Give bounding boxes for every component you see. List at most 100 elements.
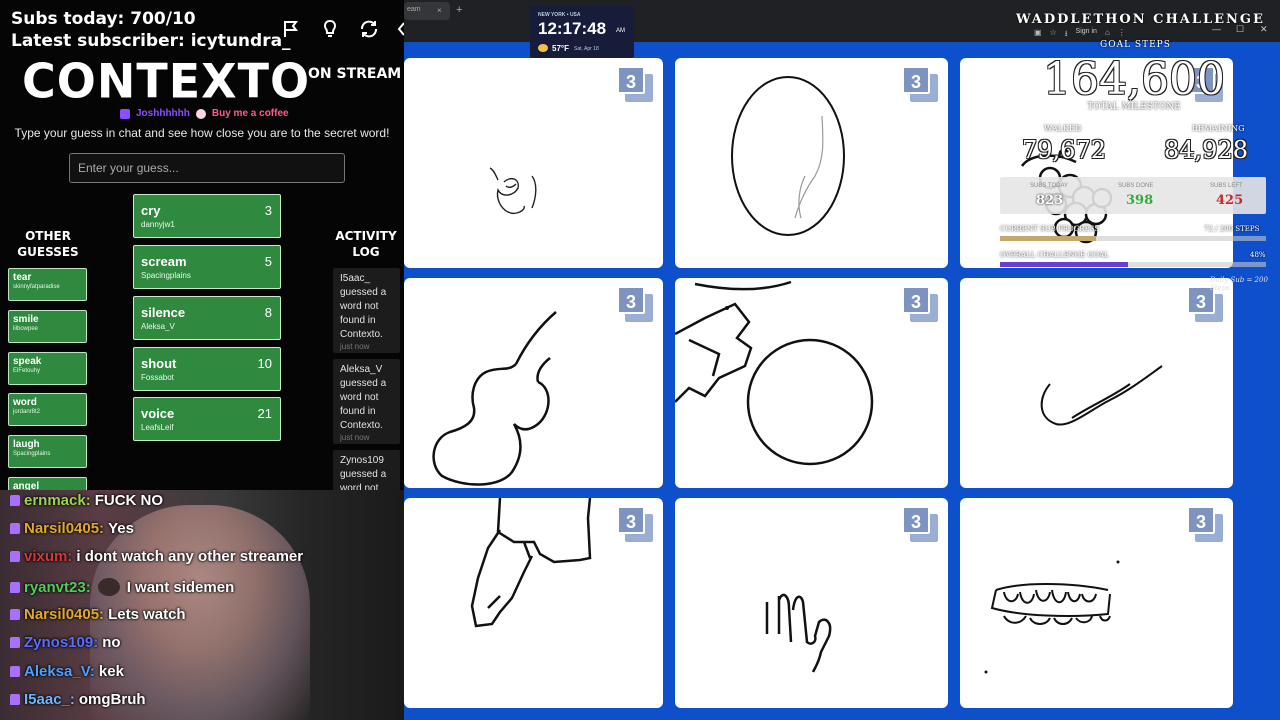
chat-username[interactable]: Narsil0405: — [24, 606, 104, 623]
credit-user-link[interactable]: Joshhhhhh — [136, 108, 190, 119]
walked-value: 79,672 — [1022, 136, 1106, 164]
extensions-icon[interactable]: ▣ — [1034, 28, 1042, 42]
overall-goal-label: OVERALL CHALLENGE GOAL — [1000, 251, 1109, 259]
guess-card: shout Fossabot 10 — [133, 347, 281, 391]
flag-icon[interactable] — [280, 18, 302, 40]
drawing-panel[interactable]: 3 — [404, 498, 663, 708]
refresh-icon[interactable] — [358, 18, 380, 40]
total-milestone-value: 164,600 — [1043, 54, 1225, 105]
guess-input[interactable] — [69, 153, 345, 183]
log-text: Aleksa_V guessed a word not found in Con… — [340, 364, 387, 431]
daily-sub-note: Daily Sub = 200 Steps — [1210, 276, 1268, 292]
lightbulb-icon[interactable] — [319, 18, 341, 40]
chat-username[interactable]: ryanvt23: — [24, 579, 91, 596]
chat-message: ernmack: FUCK NO — [10, 492, 163, 509]
guess-word: scream — [141, 254, 187, 269]
chat-username[interactable]: ernmack: — [24, 492, 91, 509]
clock-time: 12:17:48 — [538, 19, 607, 38]
guess-rank: 5 — [264, 254, 272, 269]
twitch-badge-icon — [10, 495, 20, 506]
log-time: just now — [340, 433, 370, 442]
chat-message: Narsil0405: Lets watch — [10, 606, 186, 623]
tab-close-icon[interactable]: × — [437, 6, 442, 15]
current-progress-label: CURRENT SUB PROGRESS — [1000, 225, 1100, 233]
round-badge: 3 — [617, 66, 653, 102]
round-number: 3 — [617, 506, 645, 534]
subs-stats-box: SUBS TODAY 823 SUBS DONE 398 SUBS LEFT 4… — [1000, 177, 1266, 214]
twitch-badge-icon — [10, 523, 20, 534]
sign-in-button[interactable]: Sign in — [1076, 28, 1097, 42]
round-number: 3 — [1187, 506, 1215, 534]
chat-username[interactable]: Aleksa_V: — [24, 663, 95, 680]
chat-message: I5aac_: omgBruh — [10, 691, 146, 708]
current-progress-bar — [1000, 236, 1266, 241]
on-stream-label: ON STREAM — [308, 66, 402, 82]
chat-text: kek — [98, 663, 124, 680]
round-number: 3 — [902, 286, 930, 314]
chat-username[interactable]: Zynos109: — [24, 634, 98, 651]
subs-today-mini-value: 823 — [1036, 193, 1064, 208]
chat-username[interactable]: I5aac_: — [24, 691, 75, 708]
round-badge: 3 — [617, 506, 653, 542]
twitch-badge-icon — [10, 609, 20, 620]
chat-text: Yes — [108, 520, 134, 537]
other-guesses-title: OTHER GUESSES — [17, 229, 79, 259]
activity-log-entry: Aleksa_V guessed a word not found in Con… — [333, 359, 400, 444]
bookmark-star-icon[interactable]: ☆ — [1050, 28, 1057, 42]
new-tab-button[interactable]: + — [456, 4, 462, 16]
chat-text: I want sidemen — [126, 578, 235, 596]
chat-text: i dont watch any other streamer — [76, 548, 304, 565]
other-guess-card: speak ElFetouhy — [8, 352, 87, 385]
coffee-icon — [195, 108, 206, 119]
twitch-badge-icon — [10, 581, 20, 593]
drawing-panel[interactable]: 3 — [404, 58, 663, 268]
round-number: 3 — [617, 286, 645, 314]
contexto-logo: CONTEXTO — [22, 53, 311, 109]
remaining-label: REMAINING — [1192, 124, 1245, 133]
contexto-panel: Subs today: 700/10 Latest subscriber: ic… — [0, 0, 404, 720]
guess-word: cry — [141, 203, 161, 218]
round-badge: 3 — [902, 66, 938, 102]
chat-text: no — [102, 634, 121, 651]
credits: Joshhhhhh Buy me a coffee — [120, 108, 289, 119]
round-number: 3 — [617, 66, 645, 94]
drawing-panel[interactable]: 3 — [960, 498, 1233, 708]
clock-date: Sat, Apr 18 — [574, 46, 599, 52]
drawing-panel[interactable]: 3 — [675, 278, 948, 488]
round-badge: 3 — [617, 286, 653, 322]
drawing-panel[interactable]: 3 — [404, 278, 663, 488]
guess-rank: 3 — [264, 203, 272, 218]
clock-location: NEW YORK • USA — [538, 12, 581, 18]
weather-sun-icon — [538, 44, 548, 52]
chevron-left-icon[interactable] — [396, 18, 404, 40]
subs-today-mini-label: SUBS TODAY — [1030, 183, 1069, 189]
drawing-panel[interactable]: 3 — [960, 278, 1233, 488]
guess-word: smile — [13, 314, 39, 325]
guess-user: skinnyfatparadise — [13, 284, 60, 290]
instructions-text: Type your guess in chat and see how clos… — [14, 126, 390, 140]
clock-temperature: 57°F — [552, 44, 569, 53]
drawing-panel[interactable]: 3 — [675, 58, 948, 268]
download-icon[interactable]: ⭳ — [1065, 28, 1068, 42]
browser-tab[interactable]: eam — [404, 2, 450, 20]
guess-user: lilbowpee — [13, 326, 39, 332]
round-number: 3 — [902, 506, 930, 534]
drawing-panel[interactable]: 3 — [675, 498, 948, 708]
subs-left-label: SUBS LEFT — [1210, 183, 1243, 189]
overall-goal-text: 48% — [1250, 251, 1266, 259]
activity-log-entry: Zynos109 guessed a word not — [333, 450, 400, 495]
guess-card: voice LeafsLeif 21 — [133, 397, 281, 441]
overall-progress-fill — [1000, 262, 1128, 267]
chat-username[interactable]: vixum: — [24, 548, 72, 565]
twitch-badge-icon — [10, 666, 20, 677]
guess-card: scream Spacingplains 5 — [133, 245, 281, 289]
chat-message: Aleksa_V: kek — [10, 663, 124, 680]
other-guess-card: laugh Spacingplains — [8, 435, 87, 468]
round-badge: 3 — [902, 506, 938, 542]
guess-user: LeafsLeif — [141, 423, 174, 432]
buy-coffee-link[interactable]: Buy me a coffee — [212, 108, 289, 119]
tab-title: eam — [407, 6, 421, 13]
round-number: 3 — [902, 66, 930, 94]
subs-done-label: SUBS DONE — [1118, 183, 1154, 189]
chat-username[interactable]: Narsil0405: — [24, 520, 104, 537]
